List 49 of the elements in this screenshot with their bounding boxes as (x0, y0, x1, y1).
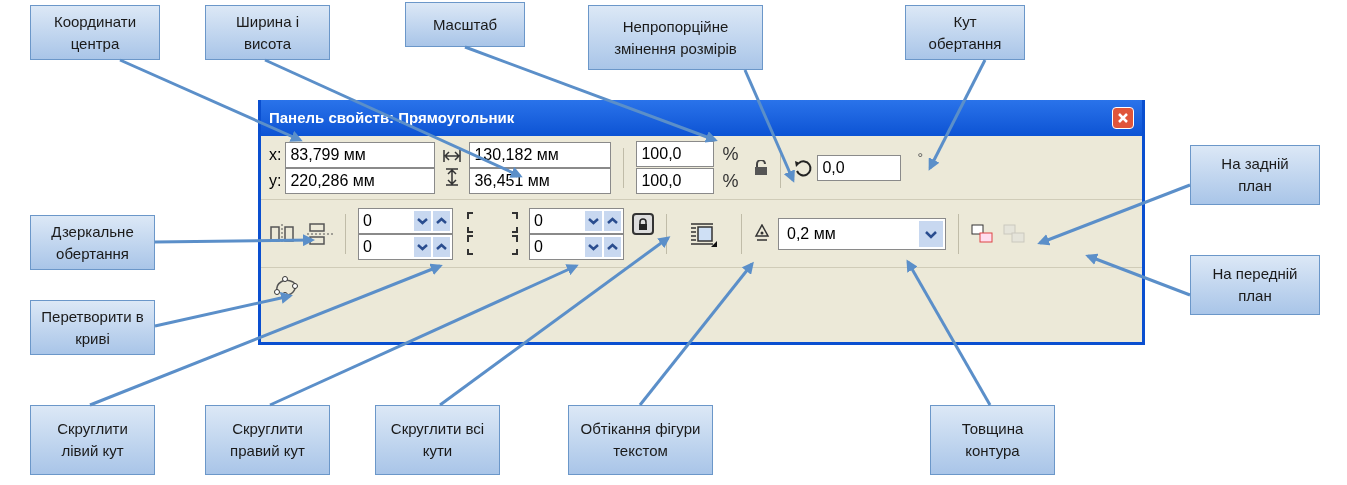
percent-label: % (722, 169, 739, 193)
spin-field[interactable]: 0 (529, 207, 624, 234)
corner-lock-button[interactable] (632, 212, 654, 235)
callout-label: Дзеркальне обертання (30, 215, 155, 270)
callout-label: Непропорційне змінення розмірів (588, 5, 763, 70)
width-icon (443, 149, 462, 162)
width-field[interactable]: 130,182 мм (469, 141, 612, 168)
lock-icon[interactable] (754, 159, 769, 176)
percent-label: % (722, 142, 739, 166)
spin-field[interactable]: 0 (529, 233, 624, 260)
callout-label: Товщина контура (930, 405, 1055, 475)
degree-label: ° (917, 149, 924, 168)
spin-arrows-icon (414, 210, 450, 231)
convert-to-curves-icon[interactable] (273, 276, 299, 298)
to-back-icon[interactable] (971, 223, 995, 244)
x-label: x: (269, 144, 282, 165)
callout-label: Скруглити лівий кут (30, 405, 155, 475)
pen-nib-icon (754, 223, 770, 244)
close-icon (1117, 112, 1129, 124)
scale-field[interactable]: 100,0 (636, 141, 715, 167)
y-label: y: (269, 170, 282, 191)
callout-label: Координати центра (30, 5, 160, 60)
window-title: Панель свойств: Прямоугольник (269, 107, 515, 128)
callout-label: Скруглити правий кут (205, 405, 330, 475)
text-wrap-icon[interactable] (691, 220, 717, 247)
close-button[interactable] (1112, 107, 1134, 129)
spin-field[interactable]: 0 (358, 207, 453, 234)
mirror-vertical-icon[interactable] (307, 221, 333, 246)
right-corners-icon (509, 210, 521, 257)
callout-label: Перетворити в криві (30, 300, 155, 355)
callout-label: Скруглити всі кути (375, 405, 500, 475)
outline-width-dropdown[interactable]: 0,2 мм (778, 217, 946, 250)
rotate-icon (793, 157, 814, 178)
x-field[interactable]: 83,799 мм (285, 141, 436, 168)
lock-icon (637, 217, 649, 230)
callout-label: Ширина і висота (205, 5, 330, 60)
rotation-field[interactable]: 0,0 (817, 154, 902, 181)
spin-arrows-icon (585, 236, 621, 257)
scale-field[interactable]: 100,0 (636, 168, 715, 194)
callout-label: Масштаб (405, 2, 525, 47)
callout-label: Обтікання фігури текстом (568, 405, 713, 475)
callout-label: На задній план (1190, 145, 1320, 205)
y-field[interactable]: 220,286 мм (285, 167, 436, 194)
spin-arrows-icon (414, 236, 450, 257)
chevron-down-icon (919, 220, 943, 247)
spin-arrows-icon (585, 210, 621, 231)
callout-label: Кут обертання (905, 5, 1025, 60)
callout-label: На передній план (1190, 255, 1320, 315)
spin-field[interactable]: 0 (358, 233, 453, 260)
